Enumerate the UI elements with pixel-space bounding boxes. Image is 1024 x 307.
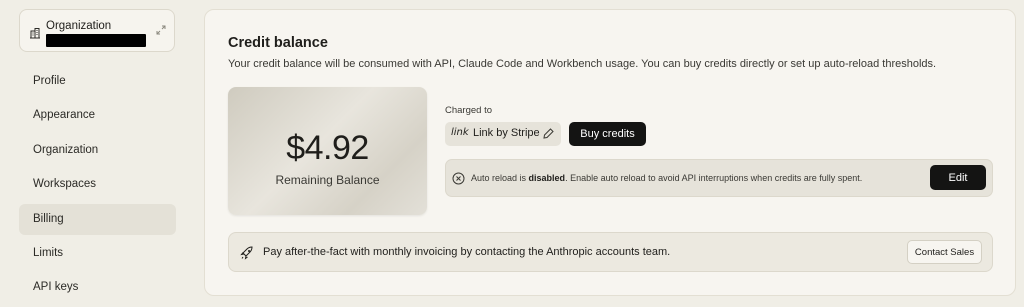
balance-label: Remaining Balance [275, 173, 380, 187]
page-title: Credit balance [228, 35, 328, 51]
settings-nav: Profile Appearance Organization Workspac… [19, 66, 176, 307]
buy-credits-button[interactable]: Buy credits [569, 122, 646, 146]
sidebar-item-profile[interactable]: Profile [19, 66, 176, 97]
organization-label: Organization [46, 20, 112, 32]
credit-description: Your credit balance will be consumed wit… [228, 58, 937, 70]
edit-auto-reload-button[interactable]: Edit [930, 165, 986, 190]
sidebar-item-limits[interactable]: Limits [19, 238, 176, 269]
auto-reload-notice: Auto reload is disabled. Enable auto rel… [445, 159, 993, 197]
x-circle-icon [452, 172, 465, 185]
sidebar-item-organization[interactable]: Organization [19, 135, 176, 166]
link-logo: link [451, 127, 469, 138]
organization-switcher[interactable]: Organization [19, 9, 175, 52]
billing-panel: Credit balance Your credit balance will … [204, 9, 1016, 296]
contact-sales-button[interactable]: Contact Sales [907, 240, 982, 264]
sidebar-item-workspaces[interactable]: Workspaces [19, 169, 176, 200]
expand-icon[interactable] [156, 25, 166, 35]
organization-name-redacted [46, 34, 146, 47]
invoicing-banner: Pay after-the-fact with monthly invoicin… [228, 232, 993, 272]
pencil-icon[interactable] [542, 127, 555, 140]
invoicing-text: Pay after-the-fact with monthly invoicin… [263, 246, 671, 258]
sidebar-item-appearance[interactable]: Appearance [19, 100, 176, 131]
building-icon [30, 28, 40, 39]
rocket-icon [240, 246, 253, 260]
auto-reload-status: disabled [528, 173, 566, 183]
auto-reload-text: Auto reload is disabled. Enable auto rel… [471, 173, 863, 183]
payment-method[interactable]: link Link by Stripe [445, 122, 561, 146]
balance-card: $4.92 Remaining Balance [228, 87, 427, 215]
sidebar-item-billing[interactable]: Billing [19, 203, 176, 235]
charged-to-label: Charged to [445, 105, 493, 116]
balance-amount: $4.92 [286, 129, 369, 167]
sidebar-item-api-keys[interactable]: API keys [19, 272, 176, 303]
payment-method-name: Link by Stripe [473, 127, 540, 139]
